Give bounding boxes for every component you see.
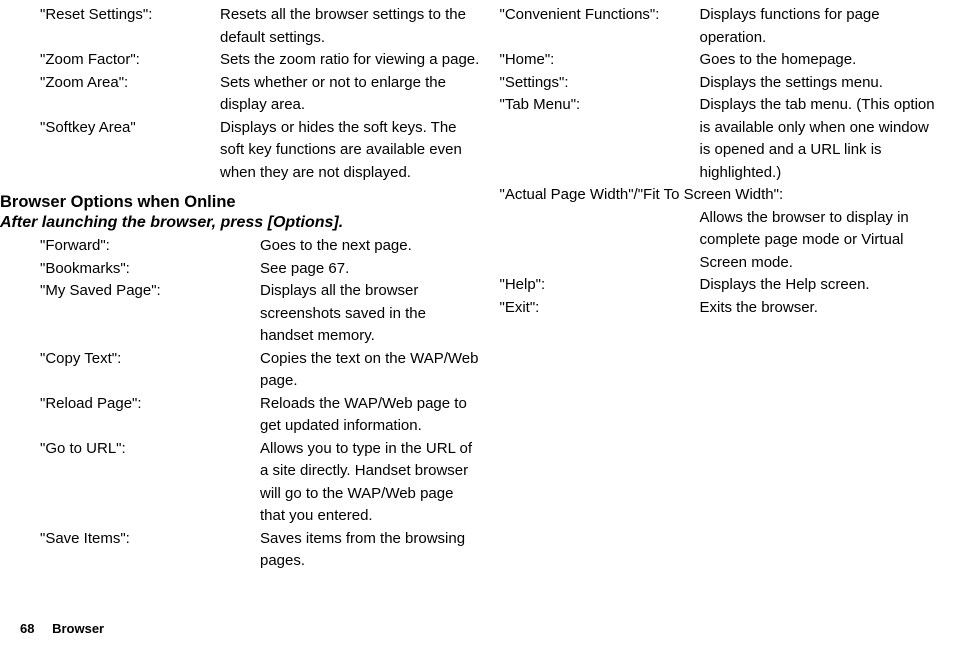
definition-term: "Zoom Area": [40, 72, 220, 95]
definition-term: "Bookmarks": [40, 258, 260, 281]
definition-desc: Sets the zoom ratio for viewing a page. [220, 49, 480, 72]
definition-desc: Displays all the browser screenshots sav… [260, 280, 480, 348]
definition-term: "Convenient Functions": [500, 4, 700, 27]
section-subheading: After launching the browser, press [Opti… [0, 214, 480, 232]
definition-row: "Bookmarks": See page 67. [40, 258, 480, 281]
definition-row: "Tab Menu": Displays the tab menu. (This… [500, 94, 940, 184]
page-content: "Reset Settings": Resets all the browser… [0, 0, 959, 573]
definition-desc: Reloads the WAP/Web page to get updated … [260, 393, 480, 438]
definition-desc: Allows you to type in the URL of a site … [260, 438, 480, 528]
definition-row: "Settings": Displays the settings menu. [500, 72, 940, 95]
definition-row: "Zoom Area": Sets whether or not to enla… [40, 72, 480, 117]
definition-row: "Exit": Exits the browser. [500, 297, 940, 320]
definition-term: "Copy Text": [40, 348, 260, 371]
definition-desc: Displays the tab menu. (This option is a… [700, 94, 940, 184]
definition-term: "Reload Page": [40, 393, 260, 416]
definition-row: "Reload Page": Reloads the WAP/Web page … [40, 393, 480, 438]
definition-desc: Goes to the homepage. [700, 49, 940, 72]
right-column: "Convenient Functions": Displays functio… [490, 0, 959, 573]
definition-term: "Help": [500, 274, 700, 297]
definition-row: "Forward": Goes to the next page. [40, 235, 480, 258]
definition-term: "Tab Menu": [500, 94, 700, 117]
definition-row: "Save Items": Saves items from the brows… [40, 528, 480, 573]
left-column: "Reset Settings": Resets all the browser… [0, 0, 490, 573]
definition-desc: Exits the browser. [700, 297, 940, 320]
page-footer: 68 Browser [20, 621, 104, 636]
definition-term: "Reset Settings": [40, 4, 220, 27]
definition-row: "Go to URL": Allows you to type in the U… [40, 438, 480, 528]
definition-row: "My Saved Page": Displays all the browse… [40, 280, 480, 348]
definition-term-full: "Actual Page Width"/"Fit To Screen Width… [500, 184, 940, 207]
definition-desc: Displays the settings menu. [700, 72, 940, 95]
definition-desc: Displays or hides the soft keys. The sof… [220, 117, 480, 185]
definition-desc: Displays functions for page operation. [700, 4, 940, 49]
definition-desc: Copies the text on the WAP/Web page. [260, 348, 480, 393]
definition-row: "Home": Goes to the homepage. [500, 49, 940, 72]
definition-row: "Help": Displays the Help screen. [500, 274, 940, 297]
definition-row: "Softkey Area" Displays or hides the sof… [40, 117, 480, 185]
definition-term: "Home": [500, 49, 700, 72]
definition-desc: Displays the Help screen. [700, 274, 940, 297]
definition-desc: Resets all the browser settings to the d… [220, 4, 480, 49]
footer-section: Browser [52, 621, 104, 636]
section-heading: Browser Options when Online [0, 193, 480, 212]
definition-term: "Settings": [500, 72, 700, 95]
definition-term: "Exit": [500, 297, 700, 320]
definition-row: "Zoom Factor": Sets the zoom ratio for v… [40, 49, 480, 72]
definition-row: "Reset Settings": Resets all the browser… [40, 4, 480, 49]
definition-row: "Copy Text": Copies the text on the WAP/… [40, 348, 480, 393]
definition-desc: See page 67. [260, 258, 480, 281]
definition-term: "Forward": [40, 235, 260, 258]
page-number: 68 [20, 621, 34, 636]
definition-term: "Softkey Area" [40, 117, 220, 140]
definition-desc: Saves items from the browsing pages. [260, 528, 480, 573]
definition-term: "Save Items": [40, 528, 260, 551]
definition-term: "Go to URL": [40, 438, 260, 461]
definition-desc: Sets whether or not to enlarge the displ… [220, 72, 480, 117]
definition-term: "My Saved Page": [40, 280, 260, 303]
definition-term: "Zoom Factor": [40, 49, 220, 72]
definition-row: "Convenient Functions": Displays functio… [500, 4, 940, 49]
definition-desc: Goes to the next page. [260, 235, 480, 258]
definition-desc-full: Allows the browser to display in complet… [500, 207, 940, 275]
